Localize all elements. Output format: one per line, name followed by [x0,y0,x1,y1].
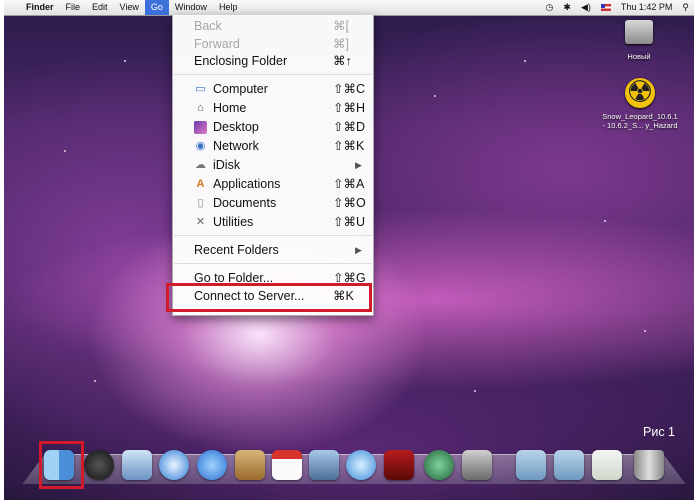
disk-image-desktop-icon[interactable]: Snow_Leopard_10.6.1 - 10.6.2_S... y_Haza… [592,75,688,130]
menu-item-back[interactable]: Back ⌘[ [173,17,373,36]
menu-item-label: Back [194,19,222,33]
menu-item-desktop[interactable]: Desktop ⇧⌘D [173,118,373,137]
hard-drive-desktop-icon[interactable]: Новый [616,20,662,61]
bluetooth-icon[interactable]: ✱ [558,0,576,15]
disk-image-label-line2: - 10.6.2_S... y_Hazard [602,121,678,130]
dock-photo-booth-icon[interactable] [384,450,414,480]
menu-item-label: Network [213,139,259,153]
menu-separator [174,235,372,236]
submenu-arrow-icon: ▶ [355,160,362,170]
go-menu: Back ⌘[ Forward ⌘] Enclosing Folder ⌘↑ ▭… [172,15,374,316]
menu-item-idisk[interactable]: ☁ iDisk ▶ [173,156,373,175]
apple-menu-icon[interactable] [4,0,20,15]
menu-item-computer[interactable]: ▭ Computer ⇧⌘C [173,80,373,99]
menu-separator [174,74,372,75]
menu-finder[interactable]: Finder [20,0,60,15]
menu-item-shortcut: ⇧⌘K [333,139,365,153]
dock-trash-icon[interactable] [634,450,664,480]
spotlight-icon[interactable]: ⚲ [677,0,694,15]
input-flag-icon[interactable] [596,0,616,15]
menu-item-shortcut: ⌘↑ [333,54,352,68]
desktop-icon [194,121,207,134]
documents-icon: ▯ [197,197,204,209]
menu-item-shortcut: ⇧⌘C [333,82,366,96]
desktop: Finder File Edit View Go Window Help ◷ ✱… [4,0,694,500]
menu-item-label: Home [213,101,247,115]
dock-mail-icon[interactable] [122,450,152,480]
menu-item-enclosing-folder[interactable]: Enclosing Folder ⌘↑ [173,52,373,71]
menu-item-shortcut: ⌘[ [333,19,349,33]
menu-bar: Finder File Edit View Go Window Help ◷ ✱… [4,0,694,16]
finder-highlight [39,441,84,489]
idisk-icon: ☁ [195,159,206,171]
dock-ichat-icon[interactable] [197,450,227,480]
menu-item-label: Applications [213,177,281,191]
utilities-icon: ✕ [195,216,206,228]
applications-icon: A [196,178,205,190]
dock-preview-icon[interactable] [309,450,339,480]
dock-address-book-icon[interactable] [235,450,265,480]
dock-itunes-icon[interactable] [346,450,376,480]
menu-item-label: Desktop [213,120,259,134]
menu-item-shortcut: ⇧⌘U [333,215,366,229]
menu-help[interactable]: Help [213,0,244,15]
dock-dashboard-icon[interactable] [84,450,114,480]
menu-edit[interactable]: Edit [86,0,114,15]
dock-system-preferences-icon[interactable] [462,450,492,480]
figure-label: Рис 1 [643,425,675,439]
menu-go[interactable]: Go [144,0,169,15]
menu-item-shortcut: ⇧⌘D [333,120,366,134]
dock-safari-icon[interactable] [159,450,189,480]
menu-item-shortcut: ⇧⌘H [333,101,366,115]
computer-icon: ▭ [195,83,206,95]
menu-item-home[interactable]: ⌂ Home ⇧⌘H [173,99,373,118]
dock-documents-folder-icon[interactable] [554,450,584,480]
menu-item-label: Enclosing Folder [194,54,288,68]
volume-icon[interactable]: ◀) [576,0,596,15]
dock-applications-folder-icon[interactable] [516,450,546,480]
disk-image-label-line1: Snow_Leopard_10.6.1 [602,112,678,121]
dock-time-machine-icon[interactable] [424,450,454,480]
menu-item-documents[interactable]: ▯ Documents ⇧⌘O [173,194,373,213]
menu-file[interactable]: File [60,0,87,15]
menu-item-label: iDisk [213,158,241,172]
menu-view[interactable]: View [114,0,145,15]
connect-to-server-highlight [166,283,372,312]
menu-item-recent-folders[interactable]: Recent Folders ▶ [173,241,373,260]
time-machine-icon[interactable]: ◷ [541,0,559,15]
network-icon: ◉ [195,140,206,152]
menu-separator [174,263,372,264]
menu-item-label: Documents [213,196,277,210]
menu-item-applications[interactable]: A Applications ⇧⌘A [173,175,373,194]
clock[interactable]: Thu 1:42 PM [616,0,678,15]
radiation-icon [625,75,655,111]
hard-drive-label: Новый [627,52,651,61]
menu-item-shortcut: ⇧⌘A [333,177,365,191]
hard-drive-icon [625,20,653,44]
menu-item-label: Utilities [213,215,254,229]
dock-downloads-icon[interactable] [592,450,622,480]
dock-ical-icon[interactable] [272,450,302,480]
menu-item-shortcut: ⇧⌘O [333,196,366,210]
home-icon: ⌂ [197,102,204,114]
menu-item-network[interactable]: ◉ Network ⇧⌘K [173,137,373,156]
menu-item-label: Recent Folders [194,243,279,257]
menu-window[interactable]: Window [169,0,213,15]
menu-item-label: Computer [213,82,268,96]
menu-item-utilities[interactable]: ✕ Utilities ⇧⌘U [173,213,373,232]
submenu-arrow-icon: ▶ [355,245,362,255]
